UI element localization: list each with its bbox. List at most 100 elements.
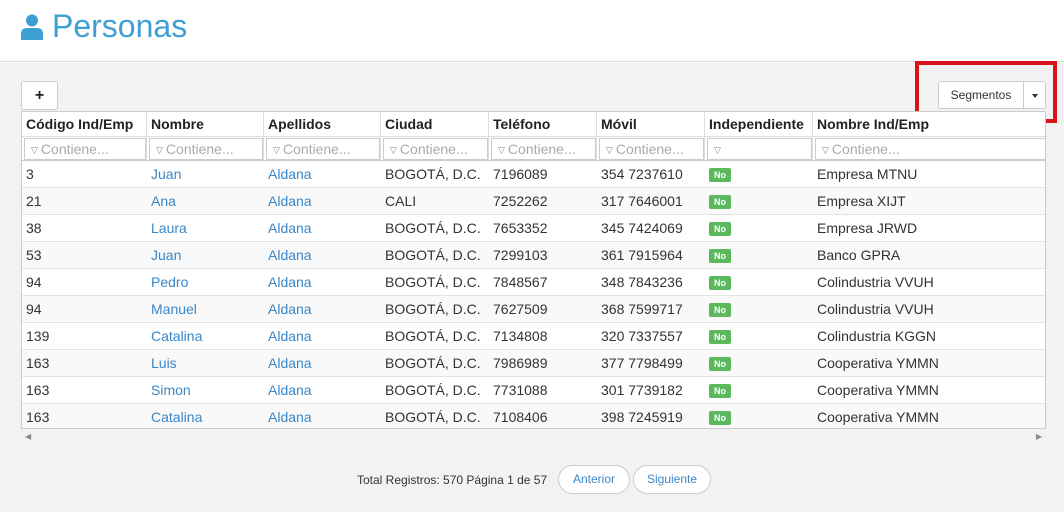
cell-independiente: No [705,269,813,295]
scroll-left-arrow-icon[interactable]: ◀ [25,432,31,441]
filter-cell-independiente: ▽ [705,137,813,160]
filter-icon[interactable]: ▽ [606,140,613,159]
cell-nombre[interactable]: Catalina [147,404,264,428]
cell-apellidos[interactable]: Aldana [264,242,381,268]
filter-placeholder: Contiene... [831,141,900,157]
cell-movil: 317 7646001 [601,193,683,209]
scroll-right-arrow-icon[interactable]: ▶ [1036,432,1042,441]
cell-ciudad: BOGOTÁ, D.C. [385,274,481,290]
filter-input-codigo[interactable]: ▽ Contiene... [24,138,146,160]
segmentos-button[interactable]: Segmentos [938,81,1024,109]
filter-input-nombre-ind-emp[interactable]: ▽ Contiene... [815,138,1045,160]
cell-movil: 368 7599717 [601,301,683,317]
cell-nombre[interactable]: Laura [147,215,264,241]
table-row[interactable]: 163 Simon Aldana BOGOTÁ, D.C. 7731088 301 773… [22,377,1045,404]
cell-nombre[interactable]: Juan [147,161,264,187]
column-header-ciudad[interactable]: Ciudad [381,112,489,136]
column-header-independiente[interactable]: Independiente [705,112,813,136]
table-row[interactable]: 94 Pedro Aldana BOGOTÁ, D.C. 7848567 348 7843… [22,269,1045,296]
chevron-down-icon[interactable] [1024,81,1046,109]
table-row[interactable]: 163 Catalina Aldana BOGOTÁ, D.C. 7108406 398 … [22,404,1045,428]
cell-apellidos[interactable]: Aldana [264,404,381,428]
cell-apellidos[interactable]: Aldana [264,269,381,295]
cell-nombre[interactable]: Catalina [147,323,264,349]
table-row[interactable]: 94 Manuel Aldana BOGOTÁ, D.C. 7627509 368 759… [22,296,1045,323]
filter-icon[interactable]: ▽ [714,140,721,159]
table-header-row: Código Ind/Emp Nombre Apellidos Ciudad Teléf… [22,112,1045,137]
filter-input-nombre[interactable]: ▽ Contiene... [149,138,263,160]
cell-apellidos[interactable]: Aldana [264,377,381,403]
cell-codigo: 163 [26,382,50,398]
column-header-apellidos[interactable]: Apellidos [264,112,381,136]
previous-page-button[interactable]: Anterior [558,465,630,494]
filter-input-apellidos[interactable]: ▽ Contiene... [266,138,380,160]
cell-ciudad: BOGOTÁ, D.C. [385,247,481,263]
cell-apellidos[interactable]: Aldana [264,188,381,214]
filter-icon[interactable]: ▽ [498,140,505,159]
table-row[interactable]: 163 Luis Aldana BOGOTÁ, D.C. 7986989 377 7798… [22,350,1045,377]
cell-nombre[interactable]: Manuel [147,296,264,322]
page-title: Personas [52,8,188,44]
table-row[interactable]: 38 Laura Aldana BOGOTÁ, D.C. 7653352 345 7424… [22,215,1045,242]
filter-placeholder: Contiene... [507,141,576,157]
cell-nombre[interactable]: Juan [147,242,264,268]
filter-cell-codigo: ▽ Contiene... [22,137,147,160]
cell-nombre[interactable]: Pedro [147,269,264,295]
add-button[interactable]: + [21,81,58,110]
cell-apellidos[interactable]: Aldana [264,215,381,241]
page-header: Personas [0,0,1064,62]
cell-nombre-ind-emp: Cooperativa YMMN [817,409,939,425]
column-header-movil[interactable]: Móvil [597,112,705,136]
cell-nombre-ind-emp: Cooperativa YMMN [817,382,939,398]
cell-codigo: 139 [26,328,50,344]
cell-apellidos[interactable]: Aldana [264,296,381,322]
cell-movil: 354 7237610 [601,166,683,182]
personas-table: Código Ind/Emp Nombre Apellidos Ciudad Teléf… [21,111,1046,429]
table-row[interactable]: 53 Juan Aldana BOGOTÁ, D.C. 7299103 361 79159… [22,242,1045,269]
cell-nombre[interactable]: Ana [147,188,264,214]
filter-icon[interactable]: ▽ [822,140,829,159]
cell-ciudad: BOGOTÁ, D.C. [385,382,481,398]
column-header-nombre[interactable]: Nombre [147,112,264,136]
cell-codigo: 94 [26,301,42,317]
filter-input-movil[interactable]: ▽ Contiene... [599,138,704,160]
cell-codigo: 163 [26,409,50,425]
cell-apellidos[interactable]: Aldana [264,323,381,349]
filter-placeholder: Contiene... [40,141,109,157]
cell-nombre[interactable]: Luis [147,350,264,376]
filter-icon[interactable]: ▽ [156,140,163,159]
filter-placeholder: Contiene... [282,141,351,157]
cell-nombre-ind-emp: Empresa MTNU [817,166,918,182]
table-row[interactable]: 21 Ana Aldana CALI 7252262 317 7646001 No Empre… [22,188,1045,215]
cell-apellidos[interactable]: Aldana [264,350,381,376]
cell-independiente: No [705,323,813,349]
filter-input-independiente[interactable]: ▽ [707,138,812,160]
filter-icon[interactable]: ▽ [390,140,397,159]
table-row[interactable]: 3 Juan Aldana BOGOTÁ, D.C. 7196089 354 723761… [22,161,1045,188]
cell-codigo: 94 [26,274,42,290]
horizontal-scrollbar[interactable]: ◀ ▶ [21,429,1046,446]
cell-nombre-ind-emp: Banco GPRA [817,247,901,263]
filter-cell-ciudad: ▽ Contiene... [381,137,489,160]
filter-icon[interactable]: ▽ [31,140,38,159]
table-row[interactable]: 139 Catalina Aldana BOGOTÁ, D.C. 7134808 320 … [22,323,1045,350]
cell-nombre-ind-emp: Empresa JRWD [817,220,918,236]
cell-independiente: No [705,161,813,187]
status-badge: No [709,303,731,318]
total-records-text: Total Registros: 570 Página 1 de 57 [357,473,548,487]
filter-placeholder: Contiene... [165,141,234,157]
cell-independiente: No [705,296,813,322]
cell-nombre[interactable]: Simon [147,377,264,403]
column-header-nombre-ind-emp[interactable]: Nombre Ind/Emp [813,112,1045,136]
table-filter-row: ▽ Contiene... ▽ Contiene... ▽ Contiene... ▽ Con… [22,137,1045,161]
status-badge: No [709,411,731,426]
cell-codigo: 21 [26,193,42,209]
column-header-telefono[interactable]: Teléfono [489,112,597,136]
next-page-button[interactable]: Siguiente [633,465,711,494]
filter-input-ciudad[interactable]: ▽ Contiene... [383,138,488,160]
cell-apellidos[interactable]: Aldana [264,161,381,187]
column-header-codigo[interactable]: Código Ind/Emp [22,112,147,136]
filter-icon[interactable]: ▽ [273,140,280,159]
filter-input-telefono[interactable]: ▽ Contiene... [491,138,596,160]
filter-cell-apellidos: ▽ Contiene... [264,137,381,160]
